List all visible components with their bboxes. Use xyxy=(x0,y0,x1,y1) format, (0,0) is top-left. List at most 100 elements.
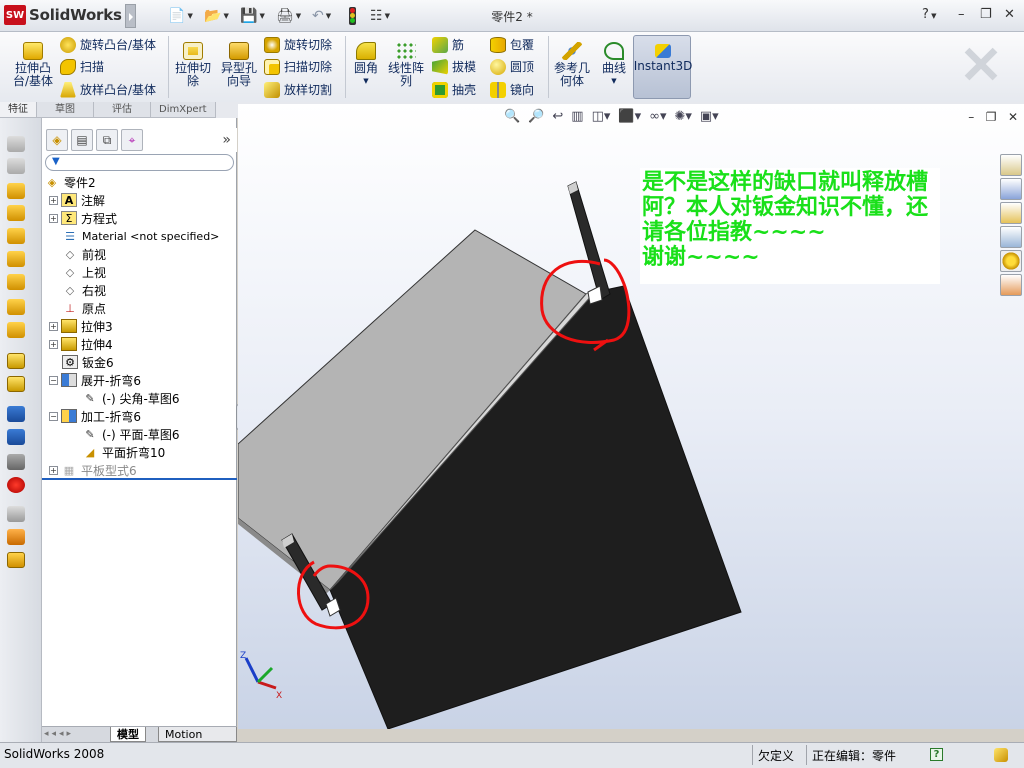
tab-scroll-arrows[interactable]: ◂◂◂▸ xyxy=(44,729,74,739)
shell-button[interactable]: 抽壳 xyxy=(432,81,476,98)
tree-item-equations[interactable]: + Σ 方程式 xyxy=(49,209,244,227)
design-library-icon[interactable] xyxy=(1000,178,1022,200)
insert-bends-icon[interactable] xyxy=(7,506,25,522)
help-button[interactable]: ? ▼ xyxy=(922,7,937,22)
flatten-icon[interactable] xyxy=(7,454,25,470)
tag-icon[interactable] xyxy=(994,748,1008,762)
previous-view-icon[interactable]: ↩ xyxy=(552,109,563,127)
simple-hole-icon[interactable] xyxy=(7,376,25,392)
dome-button[interactable]: 圆顶 xyxy=(490,58,534,75)
tree-item-top-plane[interactable]: ◇ 上视 xyxy=(62,263,257,281)
extrude-cut-label: 拉伸切 除 xyxy=(174,61,211,88)
expand-icon[interactable]: + xyxy=(49,321,58,331)
tree-item-extrude4[interactable]: + 拉伸4 xyxy=(49,335,244,353)
tree-item-extrude3[interactable]: + 拉伸3 xyxy=(49,317,244,335)
custom-properties-icon[interactable] xyxy=(1000,274,1022,296)
display-style-icon[interactable]: ⬛▾ xyxy=(618,109,641,127)
linear-pattern-button[interactable]: 线性阵 列 xyxy=(385,42,427,88)
dimxpertmanager-tab[interactable]: ⌖ xyxy=(121,129,143,151)
tree-item-annotations[interactable]: + A 注解 xyxy=(49,191,244,209)
revolve-cut-button[interactable]: 旋转切除 xyxy=(264,36,332,53)
tab-features[interactable]: 特征 xyxy=(0,102,37,118)
convert-to-sheet-metal-icon[interactable] xyxy=(7,552,25,568)
hole-wizard-button[interactable]: 异型孔 向导 xyxy=(216,42,262,88)
collapse-icon[interactable]: − xyxy=(49,375,58,385)
command-tabs: 特征 草图 评估 DimXpert xyxy=(0,102,238,118)
tree-item-material[interactable]: ☰ Material <not specified> xyxy=(62,227,257,245)
collapse-icon[interactable]: − xyxy=(49,411,58,421)
hide-show-items-icon[interactable]: ∞▾ xyxy=(649,109,666,127)
wrap-button[interactable]: 包覆 xyxy=(490,36,534,53)
hem-icon[interactable] xyxy=(7,228,25,244)
curves-button[interactable]: 曲线 ▼ xyxy=(598,42,630,88)
tree-item-origin[interactable]: ⊥ 原点 xyxy=(62,299,257,317)
expand-icon[interactable]: + xyxy=(49,213,58,223)
appearances-icon[interactable] xyxy=(1000,250,1022,272)
graphics-area[interactable]: 🔍 🔎 ↩ ▥ ◫▾ ⬛▾ ∞▾ ✺▾ ▣▾ – ❐ ✕ 是不是这样的缺口就叫释… xyxy=(238,104,1024,729)
restore-button[interactable]: ❐ xyxy=(986,110,997,124)
no-bends-icon[interactable] xyxy=(7,477,25,493)
rip-icon[interactable] xyxy=(7,529,25,545)
close-button[interactable]: ✕ xyxy=(1004,7,1015,22)
tab-evaluate[interactable]: 评估 xyxy=(94,102,151,118)
apply-scene-icon[interactable]: ▣▾ xyxy=(700,109,719,127)
zoom-to-fit-icon[interactable]: 🔍 xyxy=(504,109,520,127)
tree-item-sheet-metal[interactable]: ⚙ 钣金6 xyxy=(62,353,257,371)
draft-button[interactable]: 拔模 xyxy=(432,58,476,75)
extrude-boss-button[interactable]: 拉伸凸 台/基体 xyxy=(10,42,56,88)
tab-motion-study[interactable]: Motion Study 1 xyxy=(158,727,237,756)
search-icon[interactable] xyxy=(1000,226,1022,248)
fillet-button[interactable]: 圆角 ▼ xyxy=(350,42,382,88)
solidworks-resources-icon[interactable] xyxy=(1000,154,1022,176)
tab-dimxpert[interactable]: DimXpert xyxy=(151,102,216,118)
sketched-bend-icon[interactable] xyxy=(7,274,25,290)
cross-break-icon[interactable] xyxy=(7,299,25,315)
reference-geometry-button[interactable]: 参考几 何体 xyxy=(552,42,592,88)
loft-boss-button[interactable]: 放样凸台/基体 xyxy=(60,81,156,98)
jog-icon[interactable] xyxy=(7,251,25,267)
tree-item-process-bends[interactable]: − 加工-折弯6 xyxy=(49,407,244,425)
minimize-button[interactable]: – xyxy=(958,7,965,22)
rollback-bar[interactable] xyxy=(42,478,237,480)
expand-icon[interactable]: + xyxy=(49,465,58,475)
close-button[interactable]: ✕ xyxy=(1008,110,1018,124)
configurationmanager-tab[interactable]: ⧉ xyxy=(96,129,118,151)
section-view-icon[interactable]: ▥ xyxy=(571,109,583,127)
edge-flange-icon[interactable] xyxy=(7,183,25,199)
expand-icon[interactable]: + xyxy=(49,339,58,349)
restore-button[interactable]: ❐ xyxy=(980,7,992,22)
revolve-boss-button[interactable]: 旋转凸台/基体 xyxy=(60,36,156,53)
sweep-cut-button[interactable]: 扫描切除 xyxy=(264,58,332,75)
miter-flange-icon[interactable] xyxy=(7,205,25,221)
extruded-cut-icon[interactable] xyxy=(7,353,25,369)
fold-icon[interactable] xyxy=(7,429,25,445)
tree-item-front-plane[interactable]: ◇ 前视 xyxy=(62,245,257,263)
view-orientation-icon[interactable]: ◫▾ xyxy=(592,109,611,127)
loft-cut-button[interactable]: 放样切割 xyxy=(264,81,332,98)
tree-filter-input[interactable]: ▼ xyxy=(45,154,234,171)
expand-icon[interactable]: + xyxy=(49,195,58,205)
file-explorer-icon[interactable] xyxy=(1000,202,1022,224)
extrude-cut-button[interactable]: 拉伸切 除 xyxy=(172,42,214,88)
tree-root[interactable]: ◈ 零件2 xyxy=(44,173,239,191)
mirror-button[interactable]: 镜向 xyxy=(490,81,534,98)
tab-sketch[interactable]: 草图 xyxy=(37,102,94,118)
zoom-to-area-icon[interactable]: 🔎 xyxy=(528,109,544,127)
sheet-metal-base-flange-icon[interactable] xyxy=(7,136,25,152)
tree-item-right-plane[interactable]: ◇ 右视 xyxy=(62,281,257,299)
expand-panel-icon[interactable]: » xyxy=(222,132,231,148)
sheet-metal-icon[interactable] xyxy=(7,158,25,174)
tree-item-flatten-bends[interactable]: − 展开-折弯6 xyxy=(49,371,244,389)
sweep-button[interactable]: 扫描 xyxy=(60,58,104,75)
help-status-icon[interactable]: ? xyxy=(930,748,943,761)
minimize-button[interactable]: – xyxy=(968,110,974,124)
tree-item-flat-pattern[interactable]: + ▦ 平板型式6 xyxy=(49,461,244,479)
edit-appearance-icon[interactable]: ✺▾ xyxy=(674,109,691,127)
closed-corner-icon[interactable] xyxy=(7,322,25,338)
instant3d-button[interactable]: Instant3D xyxy=(633,35,692,99)
tab-model[interactable]: 模型 xyxy=(110,727,146,742)
featuremanager-tab[interactable]: ◈ xyxy=(46,129,68,151)
rib-button[interactable]: 筋 xyxy=(432,36,464,53)
unfold-icon[interactable] xyxy=(7,406,25,422)
propertymanager-tab[interactable]: ▤ xyxy=(71,129,93,151)
